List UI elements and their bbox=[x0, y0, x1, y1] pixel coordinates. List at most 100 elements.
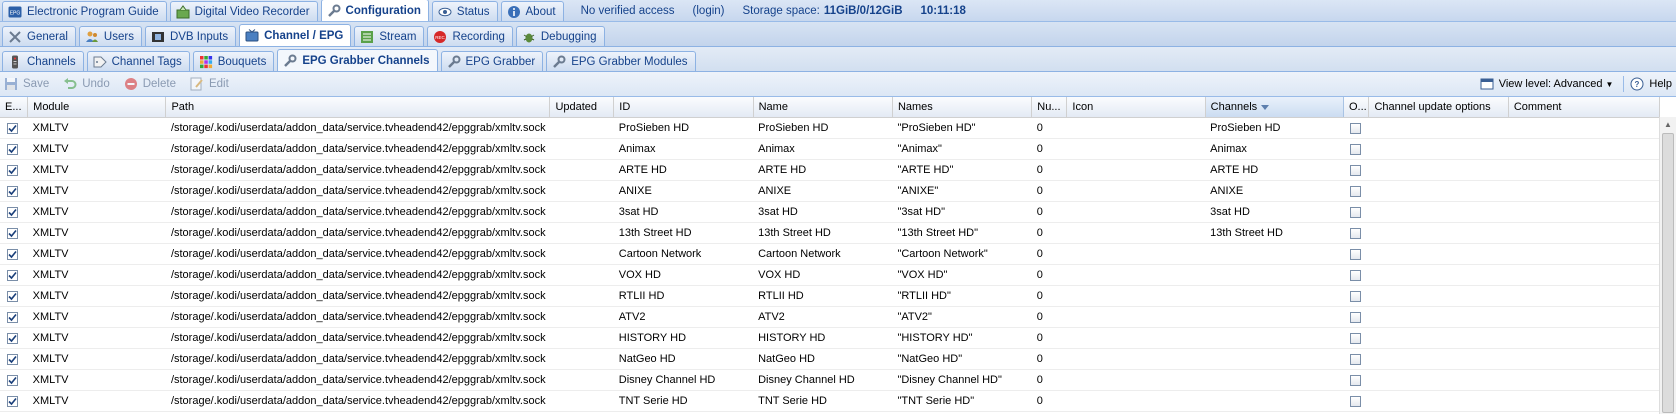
enabled-checkbox[interactable] bbox=[7, 227, 18, 239]
once-checkbox[interactable] bbox=[1350, 143, 1362, 155]
tab-configuration[interactable]: Configuration bbox=[320, 0, 429, 21]
cell-once[interactable] bbox=[1343, 390, 1369, 412]
enabled-checkbox[interactable] bbox=[7, 206, 18, 218]
once-checkbox[interactable] bbox=[1350, 164, 1362, 176]
delete-button[interactable]: Delete bbox=[124, 77, 176, 91]
col-once[interactable]: O... bbox=[1343, 97, 1370, 118]
cell-enabled[interactable] bbox=[0, 159, 28, 181]
scrollbar-thumb[interactable] bbox=[1662, 133, 1674, 413]
view-level-dropdown[interactable]: View level: Advanced ▼ bbox=[1480, 77, 1613, 91]
enabled-checkbox[interactable] bbox=[7, 374, 18, 386]
tab-about[interactable]: About bbox=[500, 1, 564, 21]
once-checkbox[interactable] bbox=[1350, 374, 1362, 386]
tab-dvr[interactable]: Digital Video Recorder bbox=[169, 1, 318, 21]
once-checkbox[interactable] bbox=[1350, 185, 1362, 197]
once-checkbox[interactable] bbox=[1350, 332, 1362, 344]
enabled-checkbox[interactable] bbox=[7, 395, 18, 407]
once-checkbox[interactable] bbox=[1350, 311, 1362, 323]
table-row[interactable]: XMLTV/storage/.kodi/userdata/addon_data/… bbox=[0, 348, 1660, 370]
tab-channel-tags[interactable]: Channel Tags bbox=[86, 51, 190, 71]
table-row[interactable]: XMLTV/storage/.kodi/userdata/addon_data/… bbox=[0, 285, 1660, 307]
col-module[interactable]: Module bbox=[27, 97, 167, 118]
scroll-up-icon[interactable]: ▲ bbox=[1660, 117, 1676, 131]
tab-users[interactable]: Users bbox=[78, 26, 142, 46]
cell-enabled[interactable] bbox=[0, 138, 28, 160]
cell-enabled[interactable] bbox=[0, 306, 28, 328]
cell-enabled[interactable] bbox=[0, 264, 28, 286]
col-comment[interactable]: Comment bbox=[1508, 97, 1661, 118]
once-checkbox[interactable] bbox=[1350, 395, 1362, 407]
tab-debugging[interactable]: Debugging bbox=[515, 26, 605, 46]
cell-enabled[interactable] bbox=[0, 117, 28, 139]
tab-dvb-inputs[interactable]: DVB Inputs bbox=[144, 26, 237, 46]
table-row[interactable]: XMLTV/storage/.kodi/userdata/addon_data/… bbox=[0, 369, 1660, 391]
col-icon[interactable]: Icon bbox=[1066, 97, 1206, 118]
table-row[interactable]: XMLTV/storage/.kodi/userdata/addon_data/… bbox=[0, 306, 1660, 328]
cell-enabled[interactable] bbox=[0, 327, 28, 349]
enabled-checkbox[interactable] bbox=[7, 311, 18, 323]
table-row[interactable]: XMLTV/storage/.kodi/userdata/addon_data/… bbox=[0, 327, 1660, 349]
cell-enabled[interactable] bbox=[0, 180, 28, 202]
tab-epg-grabber-channels[interactable]: EPG Grabber Channels bbox=[277, 49, 438, 71]
once-checkbox[interactable] bbox=[1350, 290, 1362, 302]
tab-epg[interactable]: EPG Electronic Program Guide bbox=[2, 1, 167, 21]
cell-once[interactable] bbox=[1343, 285, 1369, 307]
edit-button[interactable]: Edit bbox=[190, 77, 229, 91]
cell-once[interactable] bbox=[1343, 264, 1369, 286]
cell-once[interactable] bbox=[1343, 306, 1369, 328]
once-checkbox[interactable] bbox=[1350, 227, 1362, 239]
table-row[interactable]: XMLTV/storage/.kodi/userdata/addon_data/… bbox=[0, 138, 1660, 160]
table-row[interactable]: XMLTV/storage/.kodi/userdata/addon_data/… bbox=[0, 117, 1660, 139]
tab-channel-epg[interactable]: Channel / EPG bbox=[239, 24, 352, 46]
enabled-checkbox[interactable] bbox=[7, 164, 18, 176]
table-row[interactable]: XMLTV/storage/.kodi/userdata/addon_data/… bbox=[0, 180, 1660, 202]
col-path[interactable]: Path bbox=[165, 97, 551, 118]
login-link[interactable]: (login) bbox=[693, 5, 725, 17]
tab-channels[interactable]: Channels bbox=[2, 51, 84, 71]
undo-button[interactable]: Undo bbox=[63, 77, 110, 91]
cell-once[interactable] bbox=[1343, 138, 1369, 160]
tab-epg-grabber[interactable]: EPG Grabber bbox=[440, 51, 544, 71]
cell-enabled[interactable] bbox=[0, 243, 28, 265]
cell-once[interactable] bbox=[1343, 117, 1369, 139]
table-row[interactable]: XMLTV/storage/.kodi/userdata/addon_data/… bbox=[0, 264, 1660, 286]
help-button[interactable]: ? Help bbox=[1630, 77, 1672, 91]
col-channel-update-options[interactable]: Channel update options bbox=[1368, 97, 1509, 118]
col-names[interactable]: Names bbox=[892, 97, 1033, 118]
cell-once[interactable] bbox=[1343, 369, 1369, 391]
once-checkbox[interactable] bbox=[1350, 353, 1362, 365]
save-button[interactable]: Save bbox=[4, 77, 49, 91]
enabled-checkbox[interactable] bbox=[7, 185, 18, 197]
enabled-checkbox[interactable] bbox=[7, 248, 18, 260]
tab-status[interactable]: Status bbox=[431, 1, 498, 21]
enabled-checkbox[interactable] bbox=[7, 122, 18, 134]
cell-enabled[interactable] bbox=[0, 369, 28, 391]
cell-enabled[interactable] bbox=[0, 390, 28, 412]
tab-recording[interactable]: REC Recording bbox=[427, 26, 513, 46]
table-row[interactable]: XMLTV/storage/.kodi/userdata/addon_data/… bbox=[0, 390, 1660, 412]
cell-once[interactable] bbox=[1343, 243, 1369, 265]
enabled-checkbox[interactable] bbox=[7, 143, 18, 155]
cell-once[interactable] bbox=[1343, 159, 1369, 181]
table-row[interactable]: XMLTV/storage/.kodi/userdata/addon_data/… bbox=[0, 159, 1660, 181]
table-row[interactable]: XMLTV/storage/.kodi/userdata/addon_data/… bbox=[0, 222, 1660, 244]
cell-once[interactable] bbox=[1343, 348, 1369, 370]
once-checkbox[interactable] bbox=[1350, 269, 1362, 281]
cell-once[interactable] bbox=[1343, 180, 1369, 202]
col-number[interactable]: Nu... bbox=[1031, 97, 1068, 118]
cell-once[interactable] bbox=[1343, 201, 1369, 223]
table-row[interactable]: XMLTV/storage/.kodi/userdata/addon_data/… bbox=[0, 201, 1660, 223]
col-updated[interactable]: Updated bbox=[549, 97, 615, 118]
once-checkbox[interactable] bbox=[1350, 248, 1362, 260]
enabled-checkbox[interactable] bbox=[7, 269, 18, 281]
once-checkbox[interactable] bbox=[1350, 206, 1362, 218]
enabled-checkbox[interactable] bbox=[7, 353, 18, 365]
cell-enabled[interactable] bbox=[0, 201, 28, 223]
col-channels[interactable]: Channels bbox=[1205, 97, 1344, 118]
tab-stream[interactable]: Stream bbox=[354, 26, 425, 46]
enabled-checkbox[interactable] bbox=[7, 290, 18, 302]
col-id[interactable]: ID bbox=[613, 97, 754, 118]
col-enabled[interactable]: E... bbox=[0, 97, 29, 118]
vertical-scrollbar[interactable]: ▲ bbox=[1659, 117, 1676, 414]
cell-once[interactable] bbox=[1343, 222, 1369, 244]
